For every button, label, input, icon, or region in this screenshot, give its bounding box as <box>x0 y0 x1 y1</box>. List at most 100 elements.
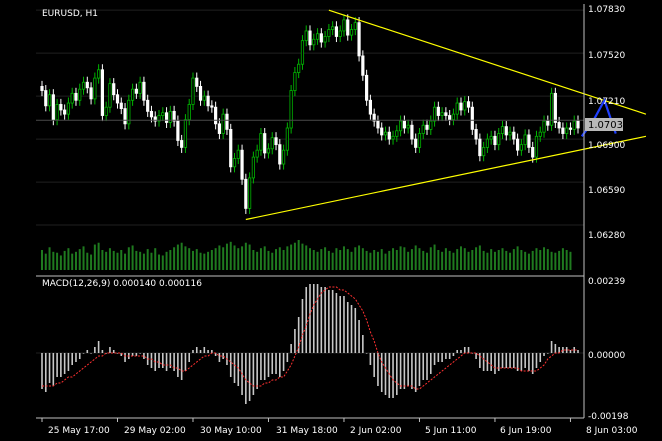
candle-body <box>342 19 346 32</box>
candle-body <box>478 138 482 157</box>
macd-histogram-bar <box>407 353 409 386</box>
candle-body <box>338 30 342 37</box>
candle-body <box>214 106 218 125</box>
macd-histogram-bar <box>309 284 311 353</box>
volume-bar <box>539 250 542 270</box>
volume-bar <box>486 252 489 270</box>
volume-bar <box>210 250 213 270</box>
volume-bar <box>490 249 493 270</box>
candle-body <box>546 120 550 126</box>
macd-histogram-bar <box>199 350 202 353</box>
volume-bar <box>131 245 134 270</box>
volume-bar <box>448 250 451 270</box>
macd-histogram-bar <box>392 353 394 398</box>
volume-bar <box>271 252 274 270</box>
candle-body <box>97 69 101 79</box>
macd-histogram-bar <box>350 305 353 353</box>
volume-bar <box>505 250 508 270</box>
candle-body <box>289 90 293 129</box>
volume-bar <box>229 241 232 270</box>
candle-body <box>63 109 67 115</box>
volume-bar <box>237 248 240 270</box>
macd-histogram-bar <box>279 353 281 377</box>
candle-body <box>100 69 104 116</box>
volume-bar <box>169 250 172 270</box>
macd-histogram-bar <box>460 350 462 353</box>
volume-bar <box>380 249 383 270</box>
volume-bar <box>135 250 138 270</box>
macd-histogram-bar <box>426 353 428 380</box>
time-tick-label: 5 Jun 11:00 <box>425 426 477 436</box>
candle-body <box>300 40 305 65</box>
candle-body <box>500 126 505 134</box>
macd-tick-label: 0.00000 <box>588 351 625 361</box>
volume-bar <box>146 249 149 270</box>
candle-body <box>206 95 210 107</box>
volume-bar <box>139 251 142 270</box>
volume-bar <box>248 244 251 270</box>
macd-histogram-bar <box>177 353 179 377</box>
candle-body <box>297 63 301 73</box>
candle-body <box>74 92 78 101</box>
candle-body <box>244 178 248 209</box>
candle-body <box>187 104 191 121</box>
candle-body <box>180 140 184 148</box>
time-tick-label: 30 May 10:00 <box>200 426 262 436</box>
macd-histogram-bar <box>501 353 504 368</box>
volume-bar <box>263 246 266 270</box>
macd-histogram-bar <box>101 350 104 353</box>
volume-bar <box>282 250 285 270</box>
volume-bar <box>312 250 315 270</box>
volume-bar <box>309 248 311 270</box>
volume-bar <box>93 244 96 270</box>
volume-bar <box>429 247 432 270</box>
volume-bar <box>565 250 568 270</box>
macd-histogram-bar <box>528 353 530 371</box>
macd-histogram-bar <box>48 353 51 383</box>
candle-body <box>146 99 150 112</box>
price-tick-label: 1.06900 <box>588 141 625 151</box>
candle-body <box>474 128 478 140</box>
candle-body <box>319 33 323 43</box>
candle-body <box>142 81 146 101</box>
candle-body <box>444 112 448 116</box>
candle-body <box>232 158 237 168</box>
volume-bar <box>324 247 327 270</box>
candle-body <box>270 137 274 150</box>
macd-histogram-bar <box>312 284 315 353</box>
volume-bar <box>259 248 262 270</box>
candle-body <box>172 110 176 122</box>
candle-body <box>497 133 501 146</box>
candle-body <box>425 124 429 130</box>
macd-histogram-bar <box>256 353 258 389</box>
candle-body <box>266 148 271 154</box>
macd-histogram-bar <box>324 287 326 353</box>
volume-bar <box>116 252 119 270</box>
volume-bar <box>207 251 210 270</box>
candle-body <box>572 120 576 130</box>
macd-histogram-bar <box>369 353 372 365</box>
candle-body <box>285 127 289 151</box>
trading-chart[interactable]: 1.07036 EURUSD, H1 MACD(12,26,9) 0.00014… <box>0 0 662 441</box>
volume-bar <box>63 250 66 270</box>
candle-body <box>519 144 523 151</box>
macd-histogram-bar <box>479 353 481 368</box>
macd-histogram-bar <box>373 353 375 377</box>
candle-body <box>489 135 493 140</box>
macd-histogram-bar <box>411 353 413 389</box>
volume-bar <box>124 253 127 270</box>
macd-histogram-bar <box>90 353 92 354</box>
volume-bar <box>252 250 255 270</box>
candle-body <box>293 72 297 91</box>
volume-bar <box>403 247 406 270</box>
volume-bar <box>531 250 534 270</box>
macd-histogram-bar <box>161 353 164 368</box>
volume-bar <box>452 252 455 270</box>
volume-bar <box>41 250 43 270</box>
volume-bar <box>467 251 470 270</box>
candle-body <box>44 90 48 107</box>
volume-bar <box>154 248 157 270</box>
candle-body <box>414 138 418 148</box>
volume-bar <box>471 250 474 270</box>
candle-body <box>380 127 384 136</box>
